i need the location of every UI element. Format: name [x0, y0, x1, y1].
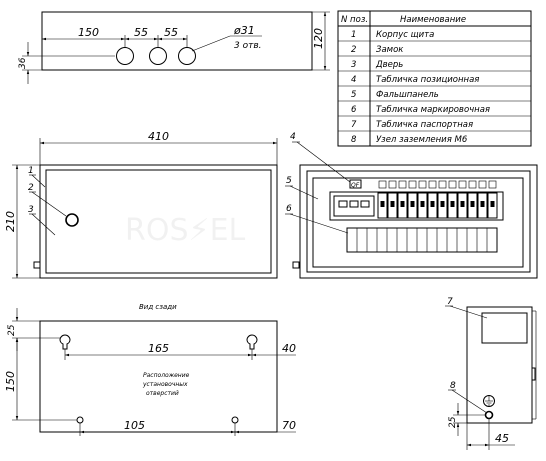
breaker-toggle	[400, 201, 405, 207]
dim-210: 210	[4, 211, 17, 232]
circuit-breakers	[377, 180, 498, 219]
table-row-name: Табличка паспортная	[376, 120, 473, 130]
dim-150-top: 150	[78, 26, 99, 39]
passport-plate	[481, 312, 528, 344]
table-row-name: Замок	[376, 45, 404, 55]
dim-hole-diameter: ø31	[233, 24, 255, 37]
dim-25-side: 25	[448, 416, 458, 428]
marking-strip	[346, 227, 498, 253]
mount-hole-bottom-left	[76, 416, 84, 424]
mount-hole-bottom-right	[231, 416, 239, 424]
false-panel	[312, 177, 524, 268]
breaker-label-plate	[468, 180, 477, 189]
table-row-num: 3	[351, 60, 356, 70]
dim-55-a: 55	[134, 26, 148, 39]
back-note-3: отверстий	[146, 390, 179, 397]
table-header-name: Наименование	[400, 15, 466, 25]
table-row-num: 5	[351, 90, 356, 100]
top-view-outline	[41, 11, 313, 71]
side-view-outline	[466, 306, 533, 424]
breaker-label-plate	[408, 180, 417, 189]
front-view: 410 210 1 2 3	[4, 130, 278, 279]
breaker-label-plate	[438, 180, 447, 189]
main-breaker	[333, 195, 375, 217]
breaker-label-plate	[458, 180, 467, 189]
watermark: ROS⚡EL	[125, 213, 246, 248]
breaker-toggle	[410, 201, 415, 207]
breaker-label: QF	[351, 182, 360, 189]
table-row-name: Дверь	[375, 60, 403, 70]
table-row-num: 4	[351, 75, 356, 85]
breaker-toggle	[440, 201, 445, 207]
cabinet-body-open	[299, 164, 538, 279]
hinge-icon	[33, 261, 41, 269]
breaker-toggle	[390, 201, 395, 207]
hole-count: 3 отв.	[234, 41, 262, 51]
mount-hole-keyhole-left	[59, 334, 71, 350]
dim-70: 70	[282, 419, 296, 432]
breaker-toggle	[470, 201, 475, 207]
cable-hole-1	[116, 47, 134, 65]
table-row-name: Корпус щита	[376, 30, 434, 40]
breaker-label-plate	[478, 180, 487, 189]
dim-36: 36	[18, 57, 28, 69]
breaker-toggle	[450, 201, 455, 207]
dim-150-back: 150	[4, 371, 17, 392]
dim-105: 105	[124, 419, 145, 432]
breaker-toggle	[480, 201, 485, 207]
breaker-label-plate	[428, 180, 437, 189]
table-row-name: Узел заземления М6	[376, 135, 468, 145]
callout-3: 3	[28, 205, 34, 215]
hinge-icon	[292, 261, 300, 269]
table-row-name: Фальшпанель	[376, 90, 439, 100]
breaker-label-plate	[378, 180, 387, 189]
door-lock-edge	[531, 367, 536, 381]
dim-55-b: 55	[164, 26, 178, 39]
dim-165: 165	[148, 342, 169, 355]
back-note-2: установочных	[142, 381, 188, 388]
callout-1: 1	[28, 166, 34, 176]
breaker-toggle	[460, 201, 465, 207]
callout-4: 4	[290, 132, 296, 142]
dim-45: 45	[495, 432, 509, 445]
table-row-num: 8	[351, 135, 357, 145]
callout-5: 5	[286, 176, 292, 186]
parts-table: N поз. Наименование 1 Корпус щита 2 Замо…	[337, 10, 532, 147]
cable-hole-3	[178, 47, 196, 65]
side-view: 7 8 25 45	[445, 297, 537, 450]
back-note-1: Расположение	[143, 372, 190, 379]
lock-icon	[65, 213, 79, 227]
callout-6: 6	[286, 204, 292, 214]
breaker-label-plate	[448, 180, 457, 189]
table-row-num: 2	[351, 45, 356, 55]
callout-2: 2	[28, 183, 34, 193]
table-row-name: Табличка позиционная	[376, 75, 479, 85]
table-row-num: 7	[351, 120, 357, 130]
mount-hole-keyhole-right	[246, 334, 258, 350]
breaker-toggle	[420, 201, 425, 207]
dim-40: 40	[282, 342, 296, 355]
cable-hole-2	[149, 47, 167, 65]
back-view: Вид сзади Расположение установочных отве…	[4, 303, 296, 436]
breaker-toggle	[380, 201, 385, 207]
back-view-title: Вид сзади	[139, 303, 177, 311]
top-view: 150 55 55 ø31 3 отв. 120 36	[18, 11, 330, 84]
breaker-toggle	[490, 201, 495, 207]
table-header-num: N поз.	[341, 15, 368, 25]
breaker-label-plate	[488, 180, 497, 189]
dim-25-back: 25	[7, 324, 17, 336]
breaker-toggle	[430, 201, 435, 207]
breaker-label-plate	[398, 180, 407, 189]
dim-120: 120	[312, 28, 325, 49]
table-row-num: 1	[351, 30, 356, 40]
dim-410: 410	[148, 130, 169, 143]
table-row-num: 6	[351, 105, 357, 115]
table-row-name: Табличка маркировочная	[376, 105, 490, 115]
callout-7: 7	[447, 297, 453, 307]
technical-drawing: 150 55 55 ø31 3 отв. 120 36 N поз. Наиме…	[4, 10, 538, 450]
inner-view: QF 4 5 6	[285, 132, 538, 279]
breaker-label-plate	[418, 180, 427, 189]
callout-8: 8	[450, 381, 456, 391]
breaker-label-plate	[388, 180, 397, 189]
